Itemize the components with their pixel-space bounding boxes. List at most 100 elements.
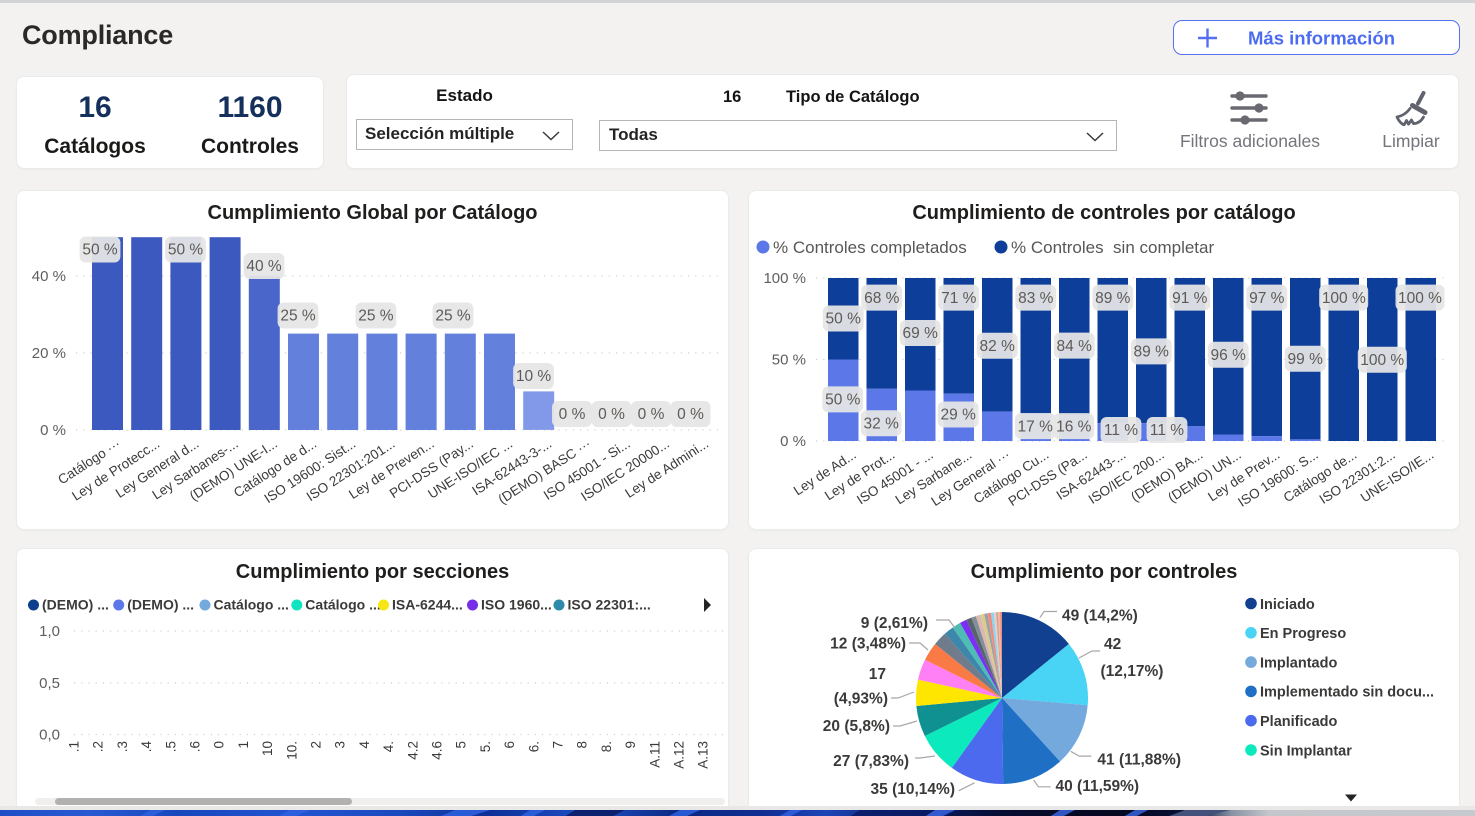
- svg-text:A.11: A.11: [647, 741, 662, 768]
- svg-text:Implementado sin docu...: Implementado sin docu...: [1260, 685, 1434, 701]
- svg-text:Implantado: Implantado: [1260, 655, 1337, 671]
- svg-text:27 (7,83%): 27 (7,83%): [833, 753, 909, 770]
- svg-text:0 %: 0 %: [598, 406, 625, 423]
- svg-text:68 %: 68 %: [864, 290, 900, 307]
- svg-text:0,0: 0,0: [39, 727, 60, 744]
- svg-text:A.12: A.12: [672, 741, 687, 769]
- svg-text:.3: .3: [115, 741, 130, 752]
- svg-text:ISO 22301:...: ISO 22301:...: [568, 597, 651, 613]
- svg-text:6: 6: [502, 741, 517, 749]
- svg-text:Sin Implantar: Sin Implantar: [1260, 743, 1352, 759]
- svg-text:.6: .6: [188, 741, 203, 752]
- svg-text:8.: 8.: [599, 741, 614, 752]
- svg-text:0 %: 0 %: [780, 433, 806, 450]
- svg-text:100 %: 100 %: [1322, 290, 1366, 307]
- svg-text:1: 1: [236, 741, 251, 749]
- svg-text:89 %: 89 %: [1095, 290, 1131, 307]
- svg-text:(12,17%): (12,17%): [1101, 663, 1164, 680]
- svg-text:(DEMO) ...: (DEMO) ...: [42, 597, 109, 613]
- svg-text:ISO 1960...: ISO 1960...: [481, 597, 552, 613]
- svg-text:0 %: 0 %: [677, 406, 704, 423]
- svg-text:69 %: 69 %: [903, 325, 939, 342]
- svg-text:En Progreso: En Progreso: [1260, 626, 1346, 642]
- svg-text:29 %: 29 %: [941, 407, 977, 424]
- svg-text:99 %: 99 %: [1288, 351, 1324, 368]
- svg-text:0 %: 0 %: [559, 406, 586, 423]
- svg-text:8: 8: [575, 741, 590, 749]
- svg-text:.5: .5: [163, 741, 178, 752]
- svg-text:9: 9: [623, 741, 638, 749]
- svg-text:Cumplimiento por controles: Cumplimiento por controles: [971, 561, 1238, 583]
- svg-text:4: 4: [357, 741, 372, 749]
- svg-text:0,5: 0,5: [39, 675, 60, 692]
- svg-text:50 %: 50 %: [82, 242, 118, 259]
- svg-text:Cumplimiento por secciones: Cumplimiento por secciones: [236, 561, 509, 583]
- svg-text:82 %: 82 %: [980, 338, 1016, 355]
- svg-text:17: 17: [869, 666, 886, 683]
- svg-text:100 %: 100 %: [763, 270, 806, 287]
- svg-text:40 (11,59%): 40 (11,59%): [1056, 778, 1140, 795]
- svg-text:49 (14,2%): 49 (14,2%): [1062, 608, 1138, 625]
- svg-text:1,0: 1,0: [39, 623, 60, 640]
- svg-text:42: 42: [1104, 636, 1121, 653]
- svg-text:50 %: 50 %: [825, 392, 861, 409]
- svg-text:0 %: 0 %: [40, 422, 66, 439]
- svg-text:25 %: 25 %: [358, 308, 394, 325]
- svg-text:.4: .4: [139, 741, 154, 753]
- svg-text:16 %: 16 %: [1056, 418, 1092, 435]
- svg-text:3: 3: [333, 741, 348, 749]
- svg-text:A.13: A.13: [696, 741, 711, 769]
- svg-text:50 %: 50 %: [826, 311, 862, 328]
- svg-text:11 %: 11 %: [1104, 422, 1138, 439]
- svg-text:% Controles sin completar: % Controles sin completar: [1011, 238, 1214, 257]
- svg-text:100 %: 100 %: [1360, 352, 1404, 369]
- svg-text:4.: 4.: [381, 741, 396, 752]
- svg-text:Cumplimiento de controles por: Cumplimiento de controles por catálogo: [912, 202, 1295, 224]
- svg-text:40 %: 40 %: [246, 258, 282, 275]
- svg-text:(4,93%): (4,93%): [834, 691, 888, 708]
- svg-text:97 %: 97 %: [1249, 290, 1285, 307]
- svg-text:84 %: 84 %: [1057, 338, 1093, 355]
- svg-text:11 %: 11 %: [1150, 422, 1184, 439]
- svg-text:.2: .2: [91, 741, 106, 752]
- svg-text:0 %: 0 %: [638, 406, 665, 423]
- svg-text:9 (2,61%): 9 (2,61%): [861, 615, 928, 632]
- svg-text:4.6: 4.6: [430, 741, 445, 760]
- svg-text:96 %: 96 %: [1211, 347, 1247, 364]
- svg-text:91 %: 91 %: [1172, 290, 1208, 307]
- svg-text:5.: 5.: [478, 741, 493, 752]
- svg-text:83 %: 83 %: [1018, 290, 1054, 307]
- svg-text:12 (3,48%): 12 (3,48%): [830, 636, 906, 653]
- svg-text:0: 0: [212, 741, 227, 749]
- svg-text:Planificado: Planificado: [1260, 714, 1337, 730]
- svg-text:% Controles completados: % Controles completados: [773, 238, 967, 257]
- svg-text:25 %: 25 %: [280, 308, 316, 325]
- svg-text:10: 10: [260, 741, 275, 756]
- svg-text:Iniciado: Iniciado: [1260, 597, 1315, 613]
- svg-text:32 %: 32 %: [864, 415, 900, 432]
- svg-text:41 (11,88%): 41 (11,88%): [1097, 752, 1181, 769]
- svg-text:7: 7: [551, 741, 566, 749]
- svg-text:10.: 10.: [284, 741, 299, 760]
- svg-text:Catálogo ...: Catálogo ...: [305, 597, 380, 613]
- svg-text:10 %: 10 %: [516, 368, 552, 385]
- svg-text:40 %: 40 %: [32, 268, 66, 285]
- svg-text:50 %: 50 %: [168, 242, 204, 259]
- svg-text:Catálogo ...: Catálogo ...: [214, 597, 289, 613]
- svg-text:100 %: 100 %: [1398, 290, 1442, 307]
- svg-text:50 %: 50 %: [772, 352, 806, 369]
- svg-text:.1: .1: [67, 741, 82, 752]
- svg-text:6.: 6.: [526, 741, 541, 752]
- svg-text:20 %: 20 %: [32, 345, 66, 362]
- svg-text:ISA-6244...: ISA-6244...: [392, 597, 463, 613]
- svg-text:71 %: 71 %: [941, 290, 977, 307]
- svg-text:25 %: 25 %: [435, 308, 471, 325]
- svg-text:89 %: 89 %: [1134, 344, 1170, 361]
- svg-text:Más información: Más información: [1248, 28, 1395, 49]
- svg-text:5: 5: [454, 741, 469, 749]
- svg-text:20 (5,8%): 20 (5,8%): [823, 718, 890, 735]
- svg-text:35 (10,14%): 35 (10,14%): [871, 781, 955, 798]
- svg-text:17 %: 17 %: [1018, 418, 1054, 435]
- svg-text:Cumplimiento Global por Catálo: Cumplimiento Global por Catálogo: [208, 202, 538, 224]
- svg-text:(DEMO) ...: (DEMO) ...: [127, 597, 194, 613]
